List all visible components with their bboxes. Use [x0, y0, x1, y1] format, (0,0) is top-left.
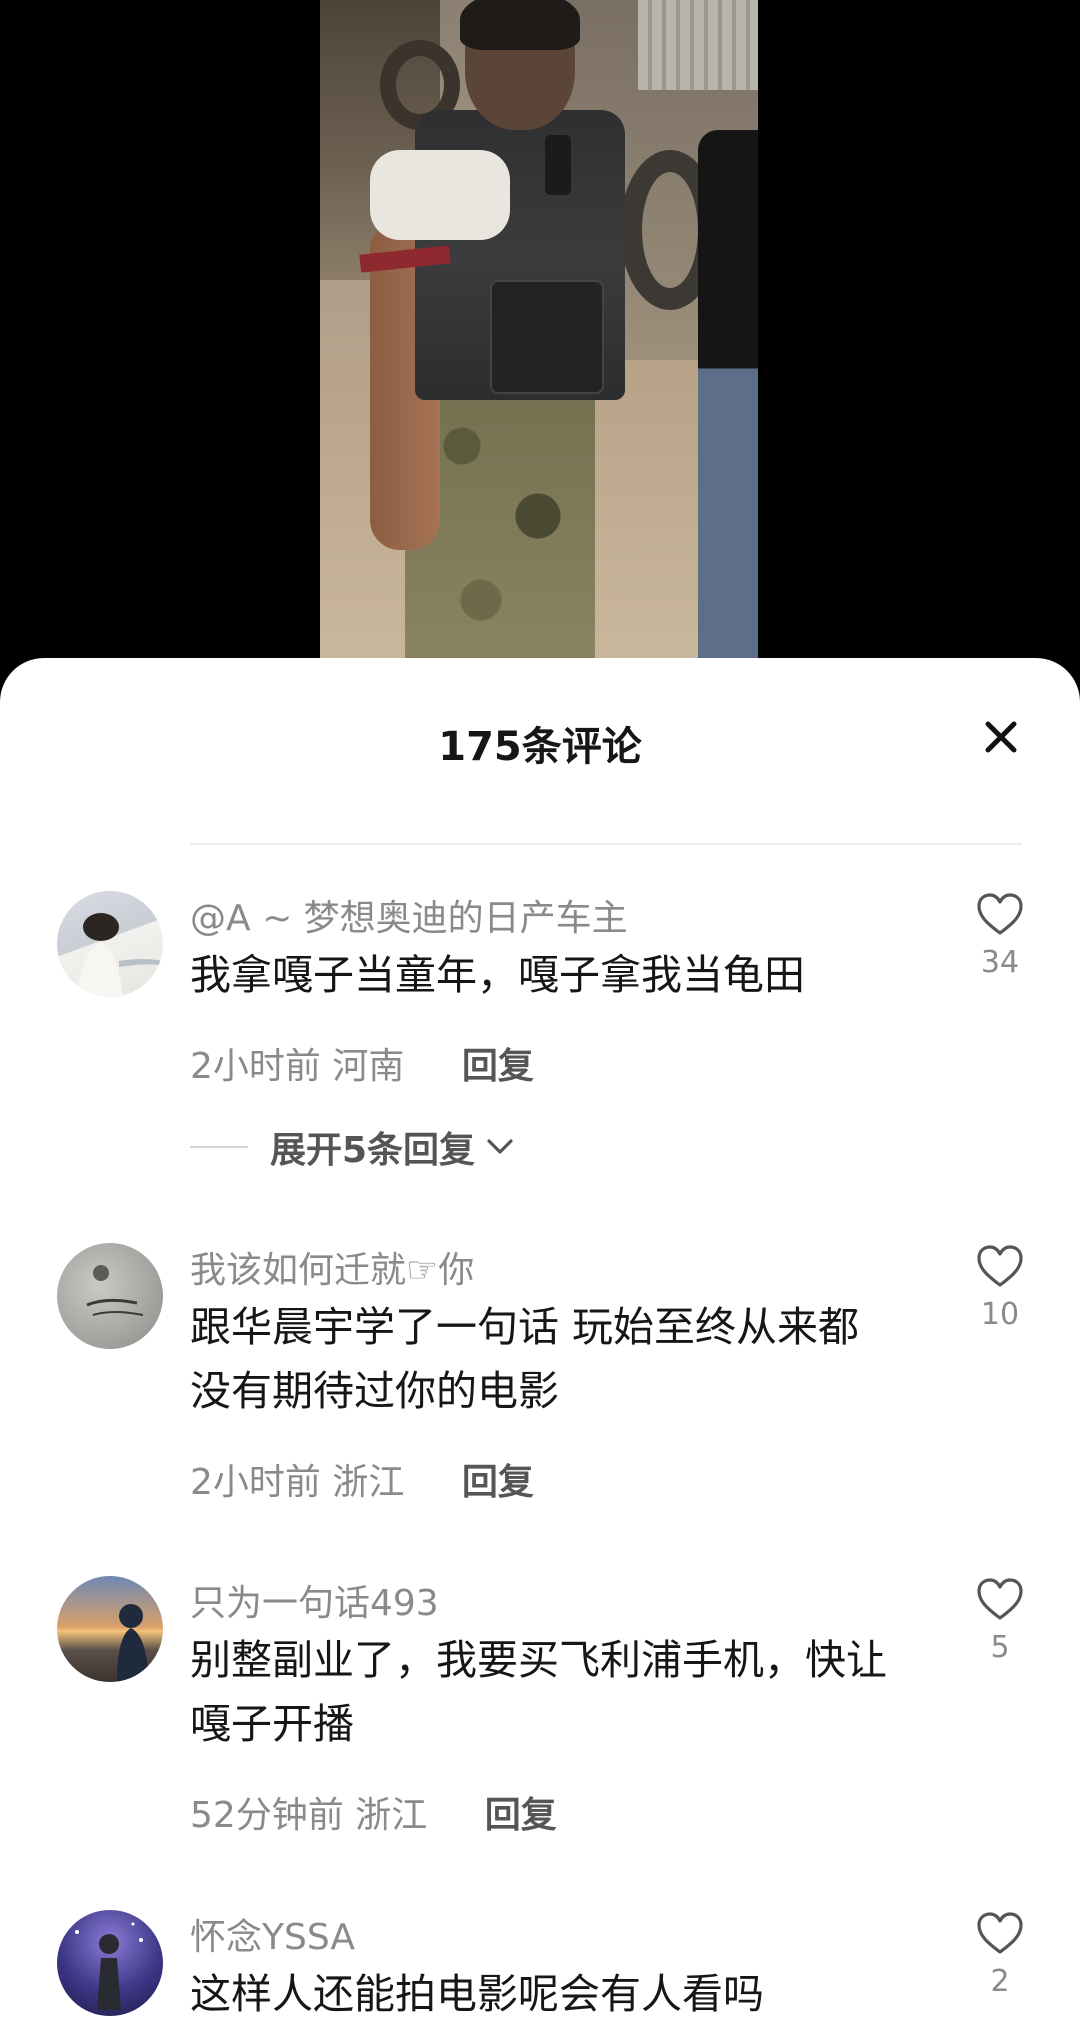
comment-time: 2小时前: [190, 1462, 321, 1503]
like-button[interactable]: 10: [970, 1243, 1030, 1332]
divider: [190, 843, 1022, 845]
heart-icon: [977, 1245, 1023, 1287]
comment-time: 2小时前: [190, 1046, 321, 1087]
reply-button[interactable]: 回复: [462, 1462, 534, 1503]
like-button[interactable]: 5: [970, 1576, 1030, 1665]
video-person-sleeve: [370, 150, 510, 240]
video-walkie-talkie: [545, 135, 571, 195]
comment-time: 52分钟前: [190, 1795, 344, 1836]
heart-icon: [977, 1912, 1023, 1954]
comment-text: 我拿嘎子当童年，嘎子拿我当龟田: [190, 951, 805, 999]
video-roof-tiles: [638, 0, 758, 90]
comment-meta: 2小时前 浙江 回复: [190, 1453, 534, 1505]
chevron-down-icon: [487, 1139, 513, 1154]
comment-username[interactable]: 怀念YSSA: [190, 1908, 355, 1960]
video-player[interactable]: [320, 0, 758, 660]
video-person-hair: [460, 0, 580, 50]
comment-username[interactable]: 只为一句话493: [190, 1574, 439, 1626]
video-second-person: [698, 130, 758, 660]
avatar[interactable]: [57, 1910, 163, 2016]
comment-location: 浙江: [355, 1795, 428, 1836]
like-button[interactable]: 34: [970, 891, 1030, 980]
like-count: 10: [980, 1297, 1020, 1332]
close-button[interactable]: [974, 710, 1028, 764]
like-count: 34: [980, 945, 1020, 980]
like-count: 5: [990, 1630, 1010, 1665]
comment-location: 浙江: [332, 1462, 405, 1503]
close-icon: [985, 721, 1017, 753]
heart-icon: [977, 893, 1023, 935]
comment-username[interactable]: 我该如何迁就☞你: [190, 1241, 474, 1293]
avatar[interactable]: [57, 891, 163, 997]
expand-replies-label: 展开5条回复: [270, 1130, 476, 1171]
like-count: 2: [990, 1964, 1010, 1999]
comment-text: 这样人还能拍电影呢会有人看吗: [190, 1970, 764, 2018]
expand-replies-button[interactable]: 展开5条回复: [190, 1121, 515, 1173]
heart-icon: [977, 1578, 1023, 1620]
comment-text: 别整副业了，我要买飞利浦手机，快让嘎子开播: [190, 1636, 887, 1748]
comment-location: 河南: [332, 1046, 405, 1087]
avatar[interactable]: [57, 1576, 163, 1682]
like-button[interactable]: 2: [970, 1910, 1030, 1999]
comments-sheet: 175条评论 @A ~ 梦想奥迪的日产车主 我拿嘎子当童年，嘎子拿我当龟田 2小…: [0, 658, 1080, 2042]
reply-button[interactable]: 回复: [485, 1795, 557, 1836]
reply-button[interactable]: 回复: [462, 1046, 534, 1087]
comment-text: 跟华晨宇学了一句话 玩始至终从来都没有期待过你的电影: [190, 1303, 860, 1415]
comment-username[interactable]: @A ~ 梦想奥迪的日产车主: [190, 889, 628, 941]
comment-meta: 52分钟前 浙江 回复: [190, 1786, 557, 1838]
comment-meta: 2小时前 河南 回复: [190, 1037, 534, 1089]
comments-count-title: 175条评论: [438, 724, 642, 770]
video-vest-pocket: [490, 280, 604, 394]
avatar[interactable]: [57, 1243, 163, 1349]
expand-divider-line: [190, 1146, 248, 1148]
